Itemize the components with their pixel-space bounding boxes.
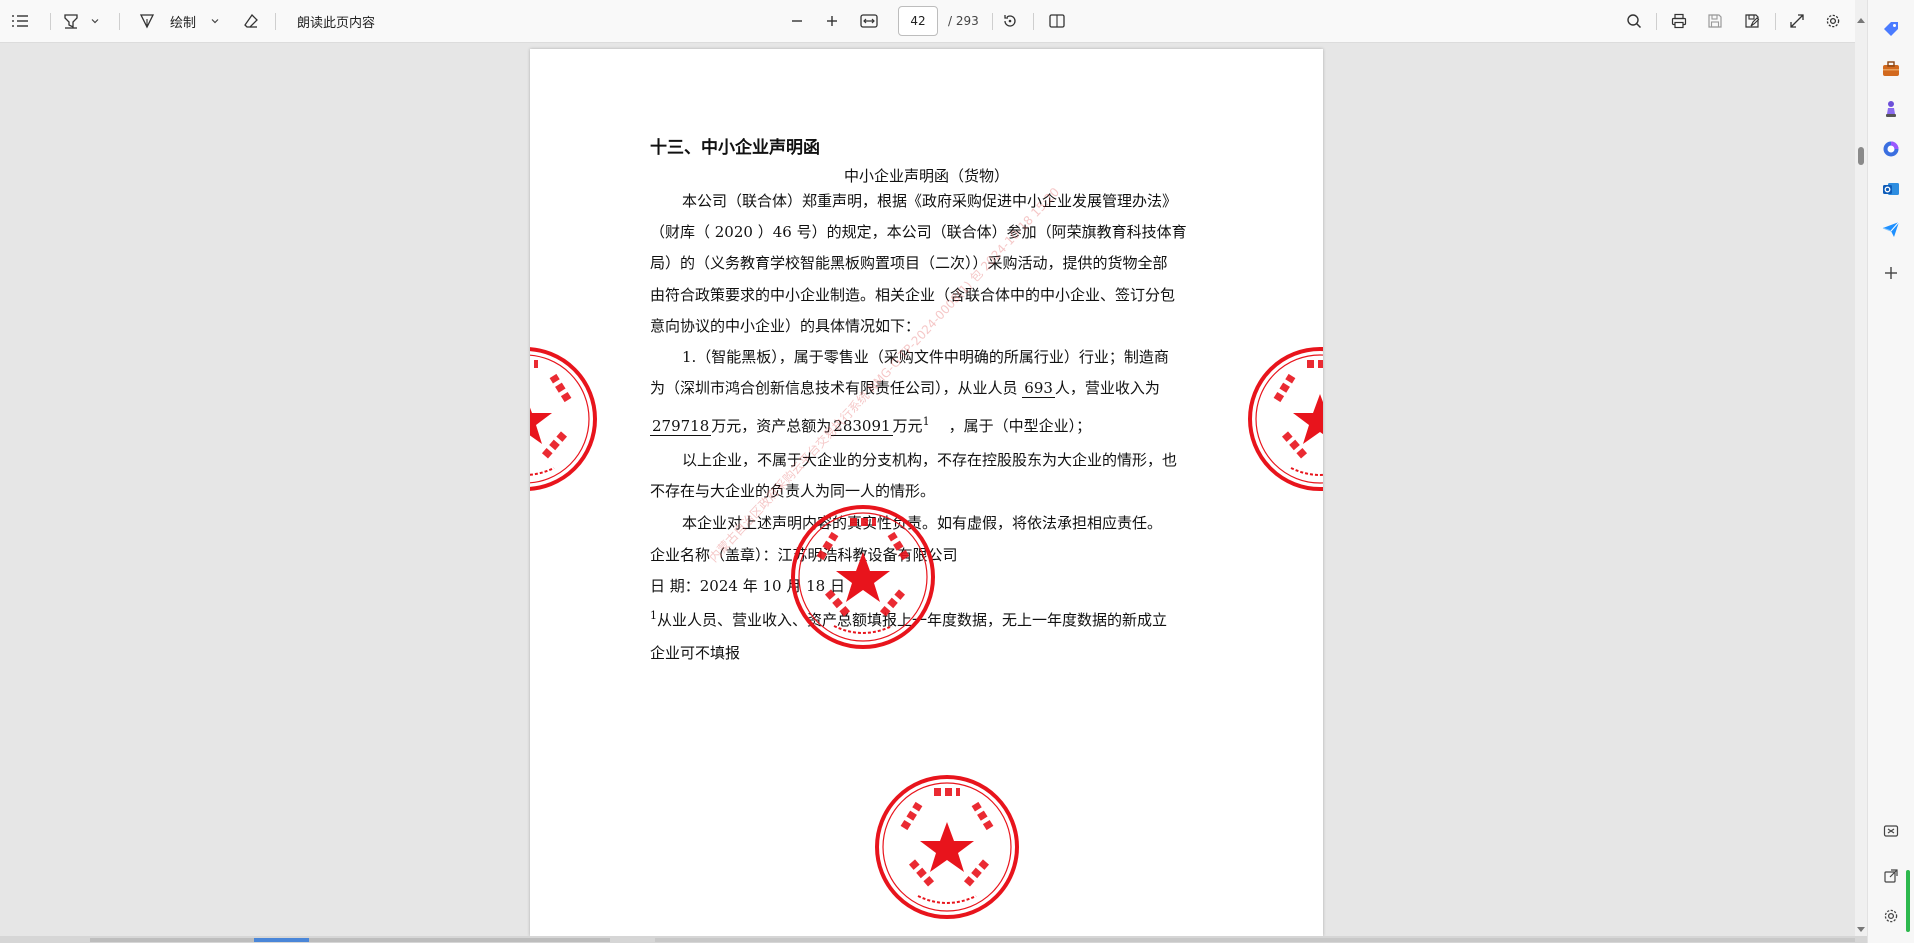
read-aloud-button[interactable]: 朗读此页内容 [288, 0, 384, 42]
settings-gear-icon[interactable] [1822, 0, 1844, 42]
text-segment: 人，营业收入为 [1054, 379, 1160, 397]
screenshot-capture-icon[interactable] [1880, 820, 1902, 842]
paragraph-line: 由符合政策要求的中小企业制造。相关企业（含联合体中的中小企业、签订分包 [650, 286, 1176, 304]
scroll-up-arrow-icon[interactable] [1857, 8, 1865, 27]
company-seal-stamp [1247, 346, 1323, 492]
save-icon[interactable] [1704, 0, 1726, 42]
toolbar-divider [992, 13, 993, 30]
open-external-icon[interactable] [1880, 865, 1902, 887]
text-segment: 为（深圳市鸿合创新信息技术有限责任公司），从业人员 [650, 379, 1023, 397]
scroll-segment-active [254, 938, 309, 942]
draw-options-chevron-down-icon[interactable] [208, 0, 222, 42]
copilot-icon[interactable] [1880, 138, 1902, 160]
outlook-icon[interactable] [1880, 178, 1902, 200]
section-heading: 十三、中小企业声明函 [650, 138, 820, 158]
search-icon[interactable] [1623, 0, 1645, 42]
save-as-icon[interactable] [1741, 0, 1763, 42]
print-icon[interactable] [1668, 0, 1690, 42]
tag-icon[interactable] [1880, 18, 1902, 40]
toolbar-divider [275, 13, 276, 30]
pdf-toolbar: 绘制 朗读此页内容 / 293 [0, 0, 1855, 43]
enterprise-item-line: 279718 万元，资产总额为 283091 万元1 ，属于（中型企业）； [650, 415, 1091, 436]
vertical-scrollbar[interactable] [1855, 0, 1867, 936]
send-plane-icon[interactable] [1880, 218, 1902, 240]
footnote-marker: 1 [922, 415, 930, 428]
footnote-line: 企业可不填报 [650, 644, 741, 662]
contents-list-icon[interactable] [8, 0, 32, 42]
toolbar-divider [1656, 13, 1657, 30]
enterprise-item-line: 1.（智能黑板），属于零售业（采购文件中明确的所属行业）行业；制造商 [682, 348, 1169, 366]
highlight-options-chevron-down-icon[interactable] [88, 0, 102, 42]
highlight-icon[interactable] [60, 0, 82, 42]
zoom-in-icon[interactable] [821, 0, 843, 42]
sidebar-settings-gear-icon[interactable] [1880, 905, 1902, 927]
horizontal-scrollbar[interactable] [0, 936, 1867, 943]
text-segment: ，属于（中型企业）； [948, 417, 1092, 435]
page-number-input[interactable] [898, 6, 938, 36]
fullscreen-expand-icon[interactable] [1786, 0, 1808, 42]
pdf-page: 十三、中小企业声明函 中小企业声明函（货物） 本公司（联合体）郑重声明，根据《政… [530, 49, 1323, 936]
scroll-segment [655, 938, 1855, 942]
scroll-segment [90, 938, 610, 942]
scroll-down-arrow-icon[interactable] [1857, 918, 1865, 937]
page-view-icon[interactable] [1046, 0, 1068, 42]
draw-pen-icon[interactable] [136, 0, 158, 42]
document-viewer[interactable]: 十三、中小企业声明函 中小企业声明函（货物） 本公司（联合体）郑重声明，根据《政… [0, 43, 1855, 936]
toolbar-divider [50, 13, 51, 30]
browser-sidebar [1867, 0, 1914, 943]
document-title: 中小企业声明函（货物） [843, 167, 1009, 185]
footnote-marker: 1 [650, 609, 657, 622]
toolbar-divider [1775, 13, 1776, 30]
rotate-icon[interactable] [999, 0, 1021, 42]
employee-count: 693 [1022, 379, 1055, 398]
company-seal-stamp [874, 774, 1020, 920]
page-total: / 293 [948, 14, 979, 28]
fit-to-width-icon[interactable] [857, 0, 881, 42]
draw-button[interactable]: 绘制 [166, 0, 200, 42]
paragraph-line: 意向协议的中小企业）的具体情况如下： [650, 317, 921, 335]
toolbar-divider [119, 13, 120, 30]
revenue-value: 279718 [650, 417, 712, 436]
enterprise-item-line: 为（深圳市鸿合创新信息技术有限责任公司），从业人员 693 人，营业收入为 [650, 377, 1160, 398]
zoom-out-icon[interactable] [786, 0, 808, 42]
paragraph-line: 本公司（联合体）郑重声明，根据《政府采购促进中小企业发展管理办法》 [682, 192, 1178, 210]
briefcase-icon[interactable] [1880, 58, 1902, 80]
text-segment: 万元，资产总额为 [711, 417, 832, 435]
company-seal-stamp [790, 504, 936, 650]
paragraph-line: 局）的（义务教育学校智能黑板购置项目（二次））采购活动，提供的货物全部 [650, 254, 1168, 272]
eraser-icon[interactable] [240, 0, 262, 42]
paragraph-line: （财库（ 2020 ）46 号）的规定，本公司（联合体）参加（阿荣旗教育科技体育 [650, 223, 1187, 241]
add-icon[interactable] [1880, 262, 1902, 284]
text-segment: 万元 [892, 417, 923, 435]
toolbar-divider [1033, 13, 1034, 30]
paragraph-line: 以上企业，不属于大企业的分支机构，不存在控股股东为大企业的情形，也 [682, 451, 1178, 469]
sidebar-scroll-indicator [1906, 870, 1910, 932]
company-seal-stamp [530, 346, 598, 492]
chess-piece-icon[interactable] [1880, 98, 1902, 120]
scrollbar-thumb[interactable] [1858, 147, 1864, 165]
